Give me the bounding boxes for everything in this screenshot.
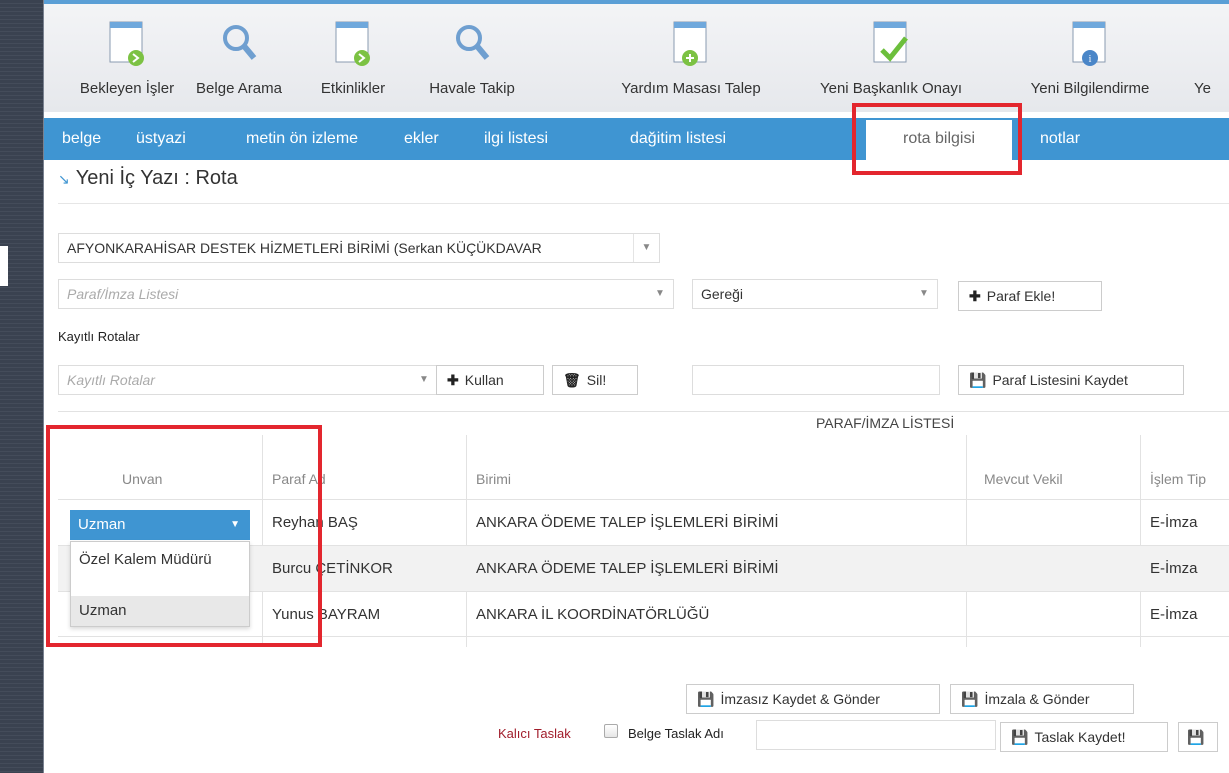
tab-notlar[interactable]: notlar bbox=[1040, 118, 1080, 160]
taslak-kaydet-label: Taslak Kaydet! bbox=[1034, 729, 1126, 745]
toolbar-label: Yeni Başkanlık Onayı bbox=[819, 80, 963, 97]
paraf-ekle-label: Paraf Ekle! bbox=[986, 288, 1056, 304]
chevron-down-icon: ▼ bbox=[919, 288, 929, 299]
chevron-down-icon: ▼ bbox=[633, 234, 659, 262]
chevron-down-icon: ▼ bbox=[419, 374, 429, 385]
save-icon: 💾 bbox=[1011, 729, 1029, 745]
highlight-box bbox=[46, 425, 322, 647]
side-panel-handle[interactable] bbox=[0, 246, 8, 286]
paraf-imza-placeholder: Paraf/İmza Listesi bbox=[67, 286, 179, 302]
birimi-cell: ANKARA ÖDEME TALEP İŞLEMLERİ BİRİMİ bbox=[476, 560, 779, 577]
kullan-button[interactable]: ✚ Kullan bbox=[436, 365, 544, 395]
document-arrow-icon bbox=[109, 21, 144, 66]
islem-cell: E-İmza bbox=[1150, 560, 1198, 577]
imzasiz-label: İmzasız Kaydet & Gönder bbox=[720, 691, 880, 707]
kalici-taslak-checkbox[interactable] bbox=[604, 724, 618, 738]
toolbar-label: Ye bbox=[1194, 80, 1211, 97]
toolbar-label: Yeni Bilgilendirme bbox=[1030, 80, 1150, 97]
sil-label: Sil! bbox=[586, 372, 607, 388]
kullan-label: Kullan bbox=[464, 372, 504, 388]
divider bbox=[58, 203, 1229, 204]
toolbar-ye-truncated[interactable]: Ye bbox=[1194, 8, 1229, 112]
imzala-label: İmzala & Gönder bbox=[984, 691, 1090, 707]
trash-icon: 🗑 bbox=[563, 372, 581, 388]
document-plus-icon bbox=[673, 21, 707, 66]
kayitli-rotalar-label: Kayıtlı Rotalar bbox=[58, 329, 140, 344]
birimi-cell: ANKARA İL KOORDİNATÖRLÜĞÜ bbox=[476, 606, 710, 623]
belge-taslak-adi-label: Belge Taslak Adı bbox=[628, 726, 724, 741]
toolbar-label: Belge Arama bbox=[196, 80, 282, 97]
belge-taslak-adi-input[interactable] bbox=[756, 720, 996, 750]
extra-save-button[interactable]: 💾 bbox=[1178, 722, 1218, 752]
paraf-listesini-kaydet-button[interactable]: 💾 Paraf Listesini Kaydet bbox=[958, 365, 1184, 395]
svg-text:i: i bbox=[1089, 54, 1092, 65]
plus-icon: ✚ bbox=[447, 372, 459, 388]
sil-button[interactable]: 🗑 Sil! bbox=[552, 365, 638, 395]
plus-icon: ✚ bbox=[969, 288, 981, 304]
tab-ustyazi[interactable]: üstyazi bbox=[136, 118, 186, 160]
unit-select[interactable]: AFYONKARAHİSAR DESTEK HİZMETLERİ BİRİMİ … bbox=[58, 233, 660, 263]
save-icon: 💾 bbox=[969, 372, 987, 388]
paraf-kaydet-label: Paraf Listesini Kaydet bbox=[992, 372, 1128, 388]
toolbar-yardim-masasi[interactable]: Yardım Masası Talep bbox=[596, 8, 786, 112]
geregi-select[interactable]: Gereği ▼ bbox=[692, 279, 938, 309]
toolbar-havale-takip[interactable]: Havale Takip bbox=[412, 8, 532, 112]
document-check-icon bbox=[873, 21, 908, 63]
tab-ekler[interactable]: ekler bbox=[404, 118, 439, 160]
rota-name-input[interactable] bbox=[692, 365, 940, 395]
paraf-ekle-button[interactable]: ✚ Paraf Ekle! bbox=[958, 281, 1102, 311]
tab-dagitim-listesi[interactable]: dağitim listesi bbox=[630, 118, 726, 160]
document-arrow-icon bbox=[335, 21, 370, 66]
imzasiz-kaydet-gonder-button[interactable]: 💾 İmzasız Kaydet & Gönder bbox=[686, 684, 940, 714]
toolbar: Bekleyen İşler Belge Arama Etkinlikler H… bbox=[44, 0, 1229, 112]
taslak-kaydet-button[interactable]: 💾 Taslak Kaydet! bbox=[1000, 722, 1168, 752]
toolbar-yeni-baskanlik-onayi[interactable]: Yeni Başkanlık Onayı bbox=[796, 8, 986, 112]
nav-bar: belge üstyazi metin ön izleme ekler ilgi… bbox=[44, 118, 1229, 160]
search-icon bbox=[456, 25, 490, 60]
paraf-imza-select[interactable]: Paraf/İmza Listesi ▼ bbox=[58, 279, 674, 309]
save-icon: 💾 bbox=[961, 691, 979, 707]
kayitli-rotalar-select[interactable]: Kayıtlı Rotalar ▼ bbox=[58, 365, 438, 395]
toolbar-label: Bekleyen İşler bbox=[79, 80, 175, 97]
save-icon: 💾 bbox=[1187, 729, 1205, 745]
tab-ilgi-listesi[interactable]: ilgi listesi bbox=[484, 118, 548, 160]
page: Bekleyen İşler Belge Arama Etkinlikler H… bbox=[0, 0, 1229, 773]
page-title-text: Yeni İç Yazı : Rota bbox=[75, 167, 238, 189]
geregi-value: Gereği bbox=[701, 286, 744, 302]
kalici-taslak-label: Kalıcı Taslak bbox=[498, 726, 571, 741]
kayitli-rotalar-placeholder: Kayıtlı Rotalar bbox=[67, 372, 155, 388]
unit-select-value: AFYONKARAHİSAR DESTEK HİZMETLERİ BİRİMİ … bbox=[67, 240, 542, 256]
side-panel bbox=[0, 0, 44, 773]
table-caption: PARAF/İMZA LİSTESİ bbox=[816, 415, 955, 431]
toolbar-belge-arama[interactable]: Belge Arama bbox=[184, 8, 294, 112]
tab-metin-on-izleme[interactable]: metin ön izleme bbox=[246, 118, 358, 160]
page-title: ↘ Yeni İç Yazı : Rota bbox=[58, 167, 238, 190]
document-info-icon: i bbox=[1072, 21, 1106, 66]
islem-cell: E-İmza bbox=[1150, 514, 1198, 531]
tab-belge[interactable]: belge bbox=[62, 118, 101, 160]
toolbar-yeni-bilgilendirme[interactable]: i Yeni Bilgilendirme bbox=[1010, 8, 1170, 112]
islem-cell: E-İmza bbox=[1150, 606, 1198, 623]
search-icon bbox=[223, 25, 257, 60]
toolbar-label: Etkinlikler bbox=[320, 80, 386, 97]
collapse-arrow-icon[interactable]: ↘ bbox=[58, 171, 70, 187]
toolbar-etkinlikler[interactable]: Etkinlikler bbox=[298, 8, 408, 112]
save-icon: 💾 bbox=[697, 691, 715, 707]
imzala-gonder-button[interactable]: 💾 İmzala & Gönder bbox=[950, 684, 1134, 714]
highlight-box bbox=[852, 103, 1022, 175]
toolbar-bekleyen-isler[interactable]: Bekleyen İşler bbox=[62, 8, 192, 112]
toolbar-label: Yardım Masası Talep bbox=[621, 80, 761, 97]
toolbar-label: Havale Takip bbox=[429, 80, 515, 97]
chevron-down-icon: ▼ bbox=[655, 288, 665, 299]
birimi-cell: ANKARA ÖDEME TALEP İŞLEMLERİ BİRİMİ bbox=[476, 514, 779, 531]
